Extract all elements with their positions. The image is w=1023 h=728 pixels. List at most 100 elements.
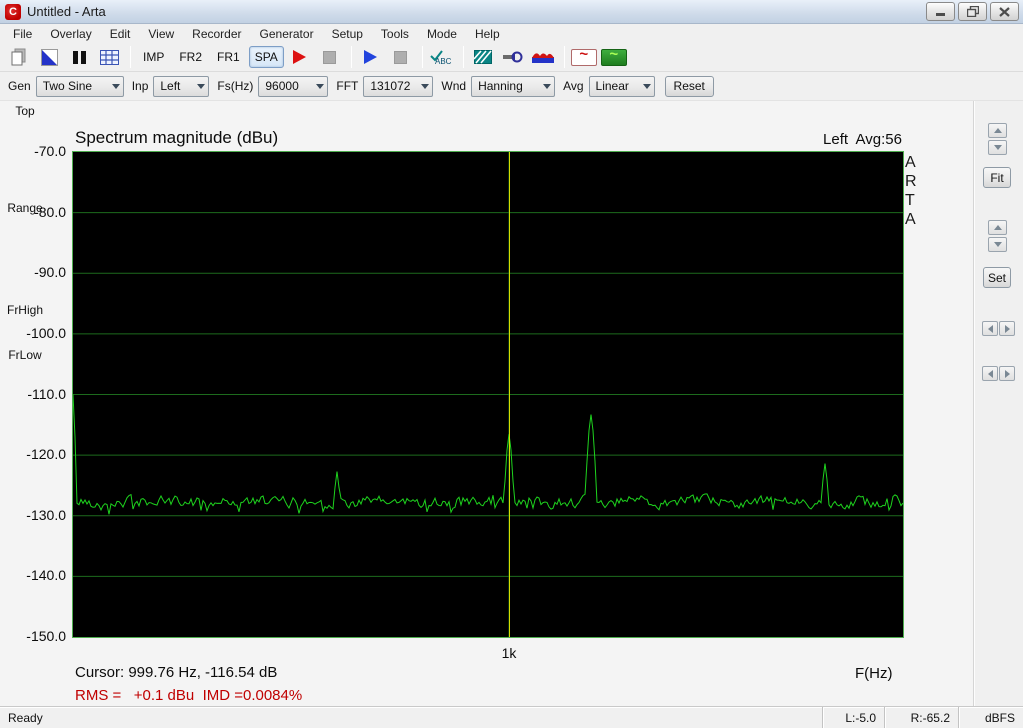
sine-generator-button[interactable]: ~: [570, 45, 597, 69]
frhigh-spinner: [982, 321, 1016, 336]
play-button[interactable]: [358, 45, 384, 69]
impulse-view-button[interactable]: [36, 45, 62, 69]
diagonal-lines-icon: [473, 50, 492, 64]
right-level-cell: R:-65.2: [884, 707, 958, 728]
menu-item-file[interactable]: File: [4, 25, 41, 43]
stop-icon: [394, 50, 408, 64]
set-button[interactable]: Set: [983, 267, 1011, 288]
range-up-button[interactable]: [988, 220, 1007, 235]
spectrum-scaling-button[interactable]: [470, 45, 496, 69]
blue-play-icon: [364, 50, 378, 64]
y-tick-label: -150.0: [26, 628, 66, 644]
menu-item-mode[interactable]: Mode: [418, 25, 466, 43]
x-axis-label: F(Hz): [855, 665, 893, 682]
cursor-line[interactable]: [509, 152, 510, 637]
arrow-right-icon: [1004, 369, 1010, 378]
impulse-icon: [40, 48, 58, 66]
new-document-icon: [11, 48, 26, 66]
control-bar: Gen Two Sine Inp Left Fs(Hz) 96000 FFT 1…: [0, 72, 1023, 101]
toolbar-separator: [421, 46, 423, 68]
probe-button[interactable]: [500, 45, 526, 69]
continuous-generator-button[interactable]: ~: [600, 45, 627, 69]
green-sine-icon: ~: [600, 47, 627, 66]
arrow-down-icon: [993, 145, 1002, 150]
channel-average-readout: Left Avg:56: [823, 131, 902, 148]
range-down-button[interactable]: [988, 237, 1007, 252]
y-tick-label: -90.0: [34, 264, 66, 281]
chevron-down-icon: [421, 83, 430, 89]
range-label: Range: [7, 201, 43, 215]
title-bar[interactable]: C Untitled - Arta: [0, 0, 1023, 24]
status-text: Ready: [8, 711, 43, 725]
frlow-spinner: [982, 366, 1016, 381]
toolbar-separator: [350, 46, 352, 68]
chevron-down-icon: [111, 83, 120, 89]
arrow-up-icon: [993, 128, 1002, 133]
frlow-left-button[interactable]: [982, 366, 998, 381]
play-stop-button[interactable]: [388, 45, 414, 69]
calibrate-button[interactable]: ABC: [429, 45, 455, 69]
toolbar-mode-imp[interactable]: IMP: [137, 46, 170, 68]
toolbar-mode-fr1[interactable]: FR1: [211, 46, 246, 68]
inp-select[interactable]: Left: [153, 75, 210, 97]
minimize-button[interactable]: [926, 2, 955, 21]
new-file-button[interactable]: [6, 45, 32, 69]
fit-button[interactable]: Fit: [983, 167, 1011, 188]
x-axis-tick-1k: 1k: [501, 645, 517, 661]
menu-item-setup[interactable]: Setup: [323, 25, 372, 43]
svg-text:ABC: ABC: [435, 57, 452, 66]
close-icon: [999, 6, 1010, 17]
dual-channel-button[interactable]: [530, 45, 556, 69]
fs-label: Fs(Hz): [217, 79, 254, 93]
frhigh-right-button[interactable]: [999, 321, 1015, 336]
record-button[interactable]: [287, 45, 313, 69]
arrow-left-icon: [987, 369, 993, 378]
y-tick-label: -130.0: [26, 506, 66, 523]
top-spinner: [988, 123, 1007, 157]
status-bar: Ready L:-5.0 R:-65.2 dBFS: [0, 706, 1023, 728]
y-tick-label: -110.0: [27, 385, 66, 402]
close-button[interactable]: [990, 2, 1019, 21]
fft-label: FFT: [336, 79, 359, 93]
wnd-select[interactable]: Hanning: [471, 75, 556, 97]
restore-icon: [966, 6, 979, 17]
gate-bars-button[interactable]: [66, 45, 92, 69]
fft-select[interactable]: 131072: [363, 75, 434, 97]
menu-item-help[interactable]: Help: [466, 25, 509, 43]
arta-app-icon: C: [5, 3, 21, 20]
menu-item-recorder[interactable]: Recorder: [183, 25, 250, 43]
top-down-button[interactable]: [988, 140, 1007, 155]
frhigh-left-button[interactable]: [982, 321, 998, 336]
frlow-right-button[interactable]: [999, 366, 1015, 381]
arrow-right-icon: [1004, 324, 1010, 333]
menu-item-edit[interactable]: Edit: [101, 25, 140, 43]
menu-item-generator[interactable]: Generator: [251, 25, 323, 43]
menu-item-view[interactable]: View: [139, 25, 183, 43]
table-grid-icon: [99, 49, 119, 65]
app-window: C Untitled - Arta File Overlay Edit View Rec…: [0, 0, 1023, 728]
toolbar-separator: [563, 46, 565, 68]
chevron-down-icon: [543, 83, 552, 89]
chevron-down-icon: [316, 83, 325, 89]
restore-button[interactable]: [958, 2, 987, 21]
minimize-icon: [936, 13, 945, 16]
toolbar-mode-fr2[interactable]: FR2: [173, 46, 208, 68]
top-up-button[interactable]: [988, 123, 1007, 138]
frhigh-label: FrHigh: [6, 303, 43, 317]
y-tick-label: -140.0: [26, 567, 66, 584]
gen-select[interactable]: Two Sine: [35, 75, 124, 97]
menu-item-overlay[interactable]: Overlay: [41, 25, 100, 43]
record-stop-button[interactable]: [317, 45, 343, 69]
menu-item-tools[interactable]: Tools: [372, 25, 418, 43]
avg-select[interactable]: Linear: [588, 75, 655, 97]
fs-select[interactable]: 96000: [258, 75, 329, 97]
reset-button[interactable]: Reset: [664, 75, 714, 97]
table-view-button[interactable]: [96, 45, 122, 69]
arrow-down-icon: [993, 242, 1002, 247]
pause-bars-icon: [72, 50, 86, 64]
gen-label: Gen: [8, 79, 31, 93]
rms-imd-readout: RMS = +0.1 dBu IMD =0.0084%: [75, 687, 303, 704]
spectrum-plot[interactable]: [72, 151, 904, 638]
toolbar-mode-spa[interactable]: SPA: [248, 46, 284, 68]
window-title: Untitled - Arta: [27, 4, 106, 19]
